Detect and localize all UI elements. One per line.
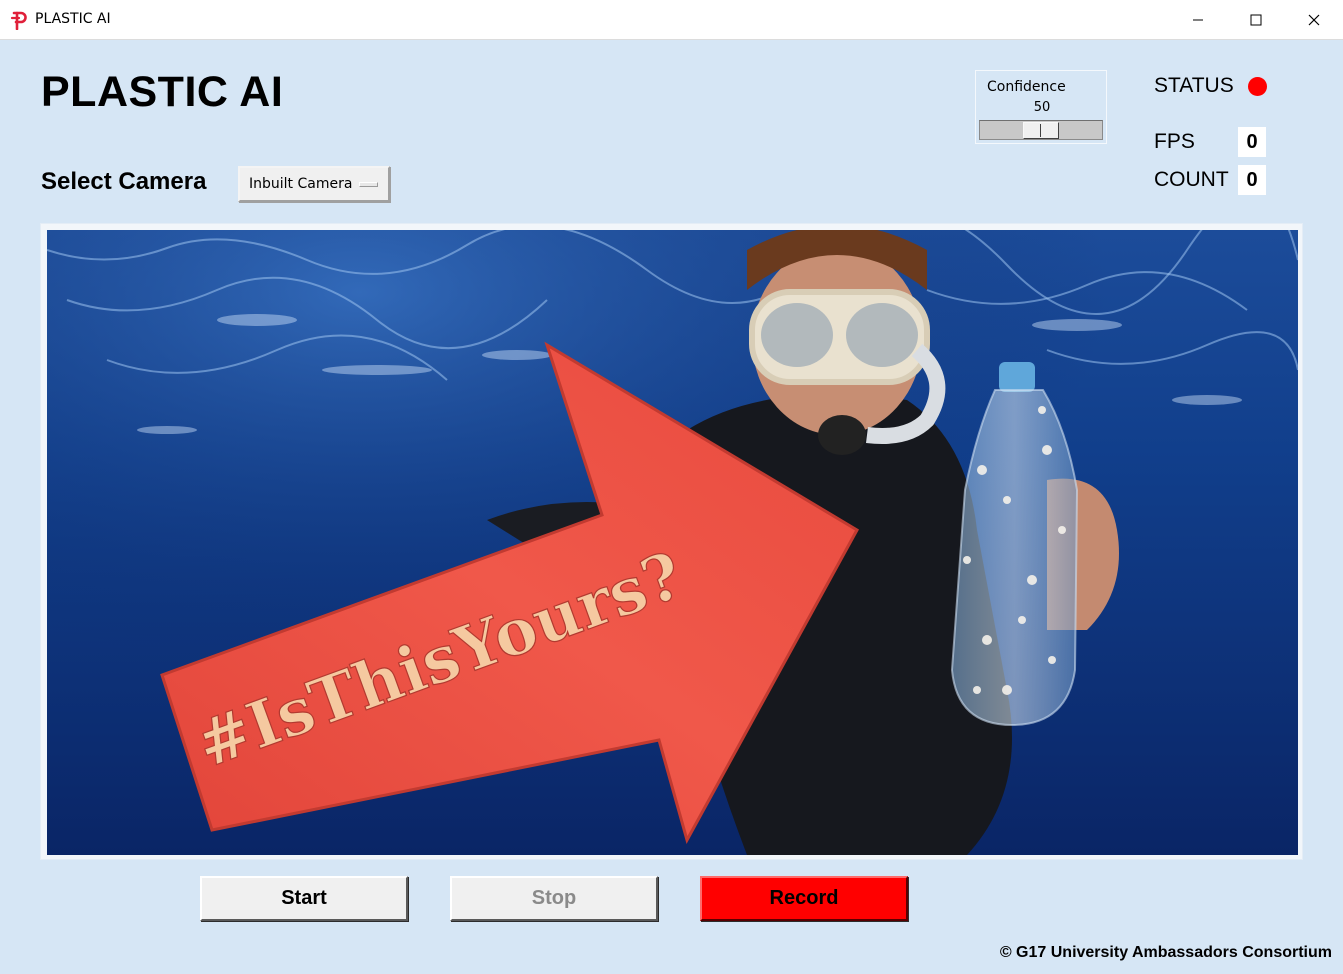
status-label: STATUS (1154, 74, 1234, 97)
app-title: PLASTIC AI (41, 68, 284, 116)
video-feed: #IsThisYours? (47, 230, 1298, 855)
confidence-slider[interactable] (979, 120, 1103, 140)
plastic-ai-logo-icon (10, 10, 28, 31)
option-menu-indicator-icon (359, 182, 378, 187)
video-image: #IsThisYours? (47, 230, 1298, 855)
maximize-button[interactable] (1227, 0, 1285, 40)
fps-value: 0 (1238, 127, 1266, 157)
close-icon (1308, 14, 1320, 26)
close-button[interactable] (1285, 0, 1343, 40)
count-label: COUNT (1154, 168, 1229, 191)
copyright-footer: © G17 University Ambassadors Consortium (999, 944, 1332, 961)
minimize-button[interactable] (1169, 0, 1227, 40)
start-button[interactable]: Start (200, 876, 408, 921)
window-title: PLASTIC AI (35, 11, 111, 27)
camera-select[interactable]: Inbuilt Camera (238, 166, 390, 202)
status-indicator (1248, 77, 1267, 96)
count-value: 0 (1238, 165, 1266, 195)
confidence-slider-thumb[interactable] (1023, 122, 1059, 139)
camera-select-value: Inbuilt Camera (249, 176, 353, 192)
confidence-slider-panel: Confidence 50 (975, 70, 1107, 144)
maximize-icon (1250, 14, 1262, 26)
stop-button[interactable]: Stop (450, 876, 658, 921)
select-camera-label: Select Camera (41, 168, 207, 195)
minimize-icon (1193, 19, 1203, 21)
video-frame: #IsThisYours? (40, 223, 1303, 860)
confidence-label: Confidence (987, 79, 1066, 95)
confidence-value: 50 (1033, 100, 1051, 115)
title-bar: PLASTIC AI (0, 0, 1343, 40)
fps-label: FPS (1154, 130, 1195, 153)
record-button[interactable]: Record (700, 876, 908, 921)
